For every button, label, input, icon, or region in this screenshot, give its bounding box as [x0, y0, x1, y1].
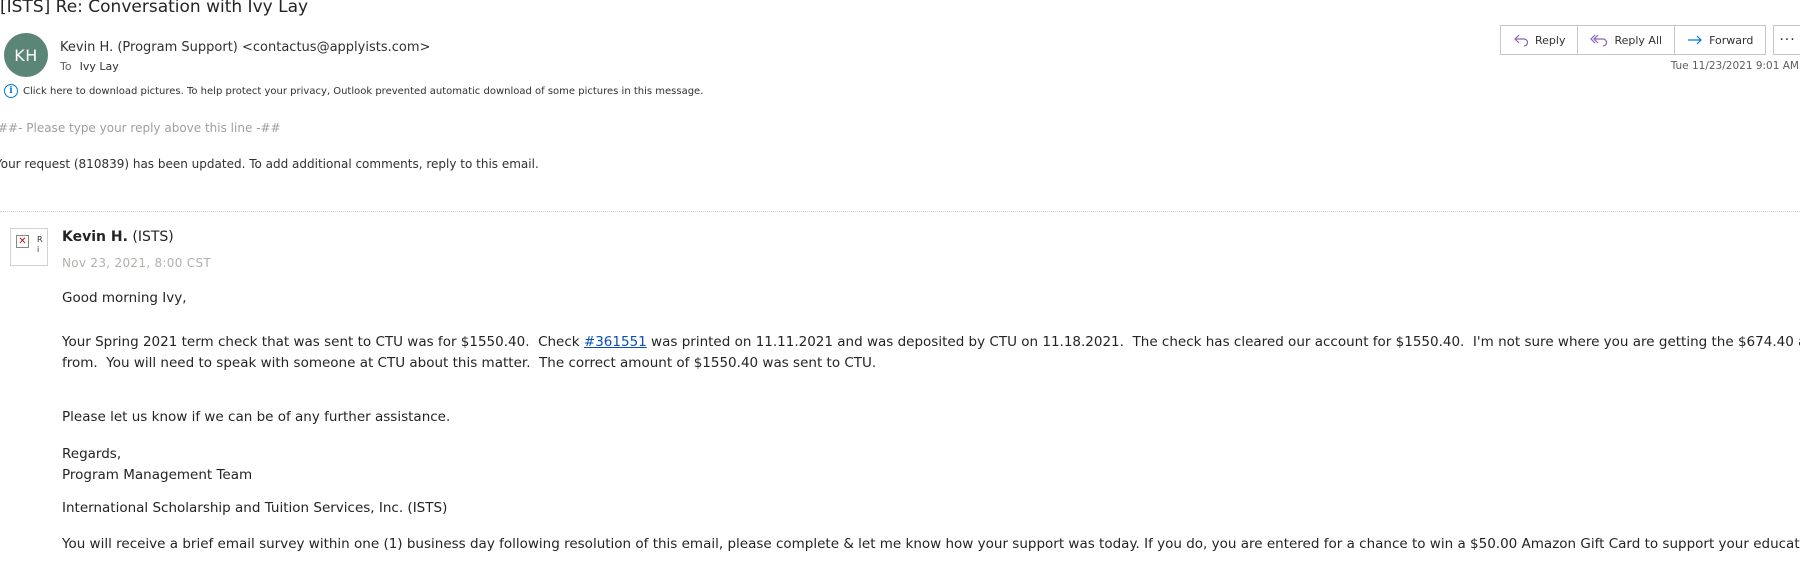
forward-button[interactable]: Forward	[1675, 26, 1765, 54]
reply-button[interactable]: Reply	[1501, 26, 1579, 54]
avatar[interactable]: KH	[4, 33, 48, 77]
recipient-name[interactable]: Ivy Lay	[80, 60, 119, 73]
reply-marker: ##- Please type your reply above this li…	[0, 121, 281, 135]
to-label: To	[60, 60, 72, 73]
request-update-text: Your request (810839) has been updated. …	[0, 157, 539, 171]
signature: Regards, Program Management Team	[62, 444, 252, 486]
assistance-line: Please let us know if we can be of any f…	[62, 409, 451, 425]
info-icon: i	[4, 84, 18, 98]
team-line: Program Management Team	[62, 467, 253, 483]
download-pictures-notice[interactable]: i Click here to download pictures. To he…	[4, 84, 703, 98]
reply-icon	[1513, 33, 1529, 47]
paragraph-text: was printed on 11.11.2021 and was deposi…	[646, 334, 1800, 350]
forward-label: Forward	[1709, 33, 1754, 47]
author-name: Kevin H.	[62, 229, 128, 245]
reply-label: Reply	[1535, 33, 1566, 47]
reply-all-icon	[1590, 33, 1608, 47]
sender-address[interactable]: Kevin H. (Program Support) <contactus@ap…	[60, 40, 430, 55]
reply-all-label: Reply All	[1614, 33, 1663, 47]
received-date: Tue 11/23/2021 9:01 AM	[1670, 60, 1799, 72]
paragraph-line-1: Your Spring 2021 term check that was sen…	[62, 332, 1800, 353]
reply-all-button[interactable]: Reply All	[1578, 26, 1676, 54]
comment-author: Kevin H. (ISTS)	[62, 229, 174, 245]
more-actions-button[interactable]: ···	[1773, 25, 1800, 55]
paragraph-line-2: from. You will need to speak with someon…	[62, 355, 877, 371]
broken-image-icon: ✕	[16, 235, 29, 248]
survey-notice: You will receive a brief email survey wi…	[62, 536, 1800, 552]
blocked-image-placeholder[interactable]: ✕ R i	[10, 228, 48, 266]
message-actions: Reply Reply All Forward	[1500, 25, 1767, 55]
recipient-line: To Ivy Lay	[60, 60, 119, 73]
author-org: (ISTS)	[132, 229, 174, 245]
greeting: Good morning Ivy,	[62, 290, 187, 306]
paragraph-text: Your Spring 2021 term check that was sen…	[62, 334, 584, 350]
check-number-link[interactable]: #361551	[584, 334, 647, 350]
forward-arrow-icon	[1687, 33, 1703, 47]
divider	[0, 211, 1800, 212]
image-alt-text: R i	[37, 235, 43, 254]
message-paragraph: Your Spring 2021 term check that was sen…	[62, 332, 1800, 374]
email-subject: [ISTS] Re: Conversation with Ivy Lay	[0, 0, 309, 17]
download-notice-text[interactable]: Click here to download pictures. To help…	[23, 86, 703, 97]
organization-name: International Scholarship and Tuition Se…	[62, 500, 448, 516]
comment-date: Nov 23, 2021, 8:00 CST	[62, 256, 211, 270]
regards-line: Regards,	[62, 446, 122, 462]
